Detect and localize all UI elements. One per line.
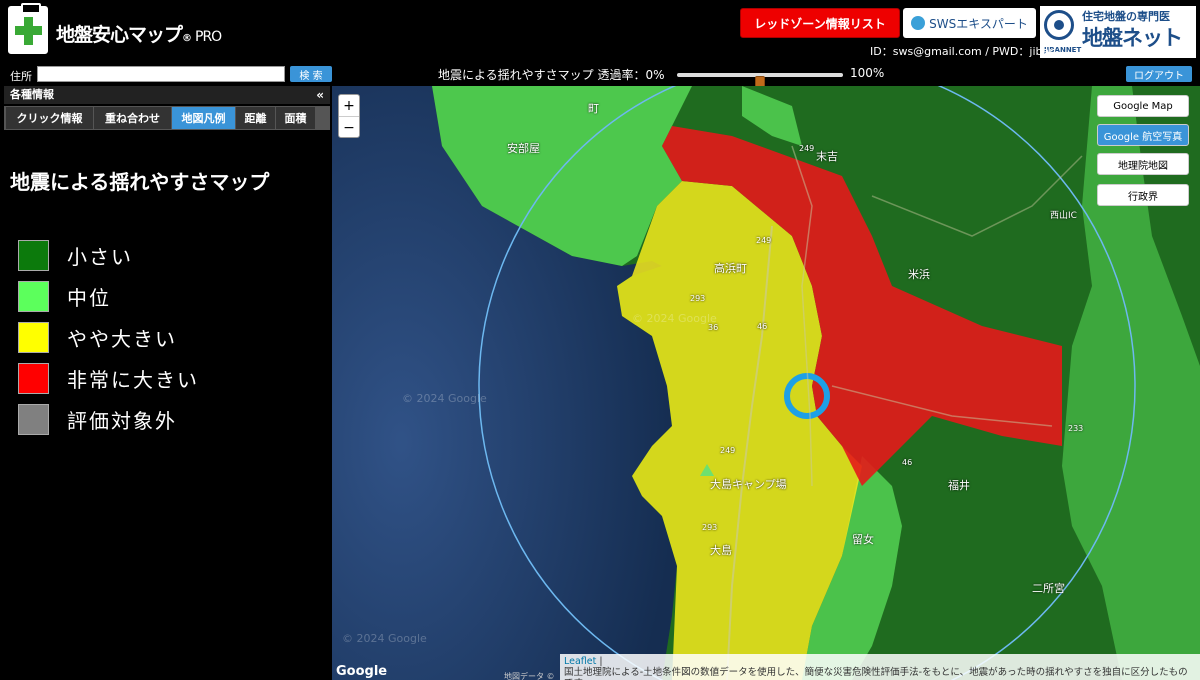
opacity-max-label: 100%: [850, 66, 885, 80]
place-label: 安部屋: [507, 142, 540, 155]
map-watermark: © 2024 Google: [342, 632, 427, 645]
legend-swatch-very-large: [18, 363, 49, 394]
place-label: 大島: [710, 544, 732, 557]
place-label: 留女: [852, 533, 874, 546]
jibannet-logo[interactable]: 住宅地盤の専門医 地盤ネット JIBANNET: [1040, 6, 1196, 58]
sws-logo-icon: [911, 16, 926, 30]
map-watermark: © 2024 Google: [632, 312, 717, 325]
login-info: ID：sws@gmail.com / PWD：jiban: [870, 45, 1057, 58]
place-label: 西山IC: [1050, 211, 1077, 221]
route-label: 293: [702, 523, 718, 532]
place-label: 二所宮: [1032, 582, 1065, 595]
place-label: 高浜町: [714, 262, 747, 275]
map-legend: 地震による揺れやすさマップ 小さい 中位 やや大きい 非常に大きい 評価対象外: [4, 132, 330, 452]
legend-item: やや大きい: [18, 322, 177, 353]
side-panel-header: 各種情報 «: [4, 86, 330, 104]
layer-google-satellite-button[interactable]: Google 航空写真: [1097, 124, 1189, 146]
legend-item: 中位: [18, 281, 111, 312]
route-label: 233: [1068, 424, 1084, 433]
legend-title: 地震による揺れやすさマップ: [10, 170, 270, 194]
place-label: 米浜: [908, 268, 930, 281]
legend-item: 評価対象外: [18, 404, 177, 435]
google-logo: Google: [336, 664, 388, 679]
route-label: 293: [690, 294, 706, 303]
tab-distance[interactable]: 距離: [236, 107, 276, 129]
collapse-icon[interactable]: «: [316, 86, 324, 104]
legend-item: 非常に大きい: [18, 363, 199, 394]
map-attribution: Leaflet | 国土地理院による-土地条件図の数値データを使用した、簡便な災…: [560, 654, 1200, 680]
legend-item: 小さい: [18, 240, 133, 271]
sws-expert-label: SWSエキスパート: [929, 16, 1028, 31]
opacity-label: 地震による揺れやすさマップ 透過率：0%: [438, 68, 665, 82]
route-label: 249: [720, 446, 736, 455]
side-panel: 各種情報 « クリック情報 重ね合わせ 地図凡例 距離 面積 地震による揺れやす…: [4, 86, 330, 680]
place-label: 福井: [948, 479, 970, 492]
legend-swatch-small: [18, 240, 49, 271]
route-label: 46: [902, 458, 913, 467]
toolbar: 住所 検 索 地震による揺れやすさマップ 透過率：0% 100% ログアウト: [0, 64, 1200, 88]
app-logo-icon: [8, 3, 48, 54]
zoom-control: + −: [338, 94, 360, 138]
legend-swatch-medium: [18, 281, 49, 312]
place-label: 大島キャンプ場: [710, 478, 787, 491]
place-label: 町: [588, 102, 599, 115]
layer-admin-boundary-button[interactable]: 行政界: [1097, 184, 1189, 206]
red-zone-list-button[interactable]: レッドゾーン情報リスト: [740, 8, 900, 38]
route-label: 46: [757, 322, 768, 331]
map-canvas[interactable]: [332, 86, 1200, 680]
app-header: 地盤安心マップ® PRO レッドゾーン情報リスト SWSエキスパート 住宅地盤の専…: [0, 0, 1200, 64]
zoom-out-button[interactable]: −: [339, 117, 359, 138]
tab-overlay[interactable]: 重ね合わせ: [94, 107, 172, 129]
legend-swatch-not-evaluated: [18, 404, 49, 435]
map-view[interactable]: © 2024 Google © 2024 Google © 2024 Googl…: [332, 86, 1200, 680]
tab-click-info[interactable]: クリック情報: [6, 107, 94, 129]
tab-area[interactable]: 面積: [276, 107, 316, 129]
leaflet-link[interactable]: Leaflet: [564, 656, 596, 667]
jibannet-emblem-icon: [1044, 10, 1074, 40]
zoom-in-button[interactable]: +: [339, 95, 359, 117]
logout-button[interactable]: ログアウト: [1126, 66, 1192, 82]
layer-gsi-map-button[interactable]: 地理院地図: [1097, 153, 1189, 175]
tab-map-legend[interactable]: 地図凡例: [172, 107, 236, 129]
route-label: 249: [756, 236, 772, 245]
search-button[interactable]: 検 索: [290, 66, 332, 82]
legend-swatch-somewhat-large: [18, 322, 49, 353]
map-data-terms[interactable]: 地図データ ©: [504, 671, 555, 680]
route-label: 36: [708, 323, 719, 332]
address-label: 住所: [10, 70, 32, 83]
side-panel-tabs: クリック情報 重ね合わせ 地図凡例 距離 面積: [4, 106, 330, 130]
route-label: 249: [799, 144, 815, 153]
layer-google-map-button[interactable]: Google Map: [1097, 95, 1189, 117]
map-watermark: © 2024 Google: [402, 392, 487, 405]
place-label: 末吉: [816, 150, 838, 163]
app-title: 地盤安心マップ® PRO: [56, 24, 222, 46]
sws-expert-button[interactable]: SWSエキスパート: [903, 8, 1036, 38]
opacity-slider[interactable]: [677, 73, 843, 88]
address-input[interactable]: [37, 66, 285, 82]
